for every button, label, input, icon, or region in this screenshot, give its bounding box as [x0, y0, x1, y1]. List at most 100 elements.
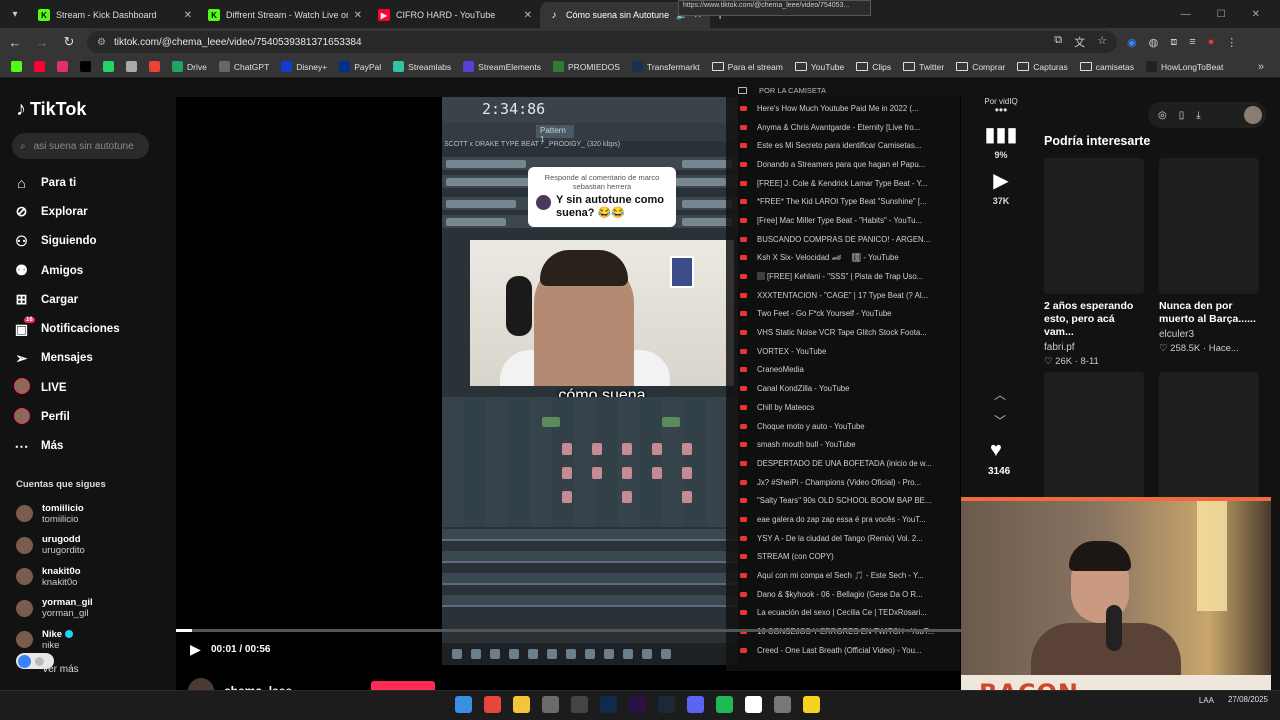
- dropdown-item[interactable]: Anyma & Chris Avantgarde - Eternity [Liv…: [726, 118, 960, 137]
- language-indicator[interactable]: LAA: [1199, 696, 1214, 705]
- app-icon[interactable]: [542, 696, 559, 713]
- coins-icon[interactable]: ◎: [1158, 110, 1167, 121]
- bookmark-item[interactable]: YouTube: [790, 58, 849, 76]
- bookmark-item[interactable]: [75, 58, 96, 76]
- extension-icon[interactable]: ◍: [1149, 36, 1159, 49]
- menu-item-upload[interactable]: ⊞ Cargar: [14, 285, 120, 314]
- menu-item-more[interactable]: ⋯ Más: [14, 432, 120, 461]
- steam-icon[interactable]: [658, 696, 675, 713]
- premiere-icon[interactable]: [629, 696, 646, 713]
- menu-item-friends[interactable]: ⚉ Amigos: [14, 256, 120, 285]
- recommendation-title[interactable]: Nunca den por muerto al Barça......: [1159, 300, 1259, 326]
- dropdown-item[interactable]: [Free] Mac Miller Type Beat - "Habits" -…: [726, 211, 960, 230]
- recommendation-card[interactable]: 2 años esperando esto, pero acá vam... f…: [1044, 158, 1144, 367]
- site-info-icon[interactable]: ⚙: [97, 37, 106, 48]
- dropdown-item[interactable]: Este es Mi Secreto para identificar Cami…: [726, 136, 960, 155]
- clock[interactable]: 27/08/2025: [1228, 695, 1268, 705]
- translate-icon[interactable]: 文: [1074, 34, 1085, 50]
- dropdown-item[interactable]: Chill by Mateocs: [726, 398, 960, 417]
- dropdown-item[interactable]: DESPERTADO DE UNA BOFETADA (inicio de w.…: [726, 454, 960, 473]
- chevron-down-icon[interactable]: ﹀: [994, 412, 1006, 429]
- author-avatar[interactable]: [188, 678, 214, 690]
- dropdown-item[interactable]: BUSCANDO COMPRAS DE PANICO! - ARGEN...: [726, 230, 960, 249]
- video-progress-bar[interactable]: [176, 629, 961, 632]
- menu-item-live[interactable]: LIVE: [14, 373, 120, 402]
- see-more-link[interactable]: Ver más: [42, 664, 79, 675]
- bookmark-item[interactable]: camisetas: [1075, 58, 1139, 76]
- sticky-notes-icon[interactable]: [803, 696, 820, 713]
- dropdown-item[interactable]: YSY A - De la ciudad del Tango (Remix) V…: [726, 529, 960, 548]
- address-bar[interactable]: ⚙ tiktok.com/@chema_leee/video/754053938…: [87, 31, 1117, 53]
- recommendation-thumbnail[interactable]: [1044, 158, 1144, 294]
- dropdown-item[interactable]: Choque moto y auto - YouTube: [726, 417, 960, 436]
- close-icon[interactable]: ✕: [184, 10, 192, 21]
- bookmark-item[interactable]: Clips: [851, 58, 896, 76]
- recommendation-card[interactable]: [1044, 372, 1144, 508]
- close-icon[interactable]: ✕: [354, 10, 362, 21]
- dropdown-item[interactable]: Ksh X Six- Velocidad 🏎 🏽 - YouTube: [726, 249, 960, 268]
- tiktok-logo[interactable]: ♪ TikTok: [16, 98, 86, 121]
- dropdown-item[interactable]: VHS Static Noise VCR Tape Glitch Stock F…: [726, 323, 960, 342]
- bookmark-item[interactable]: ChatGPT: [214, 58, 274, 76]
- bookmark-item[interactable]: [144, 58, 165, 76]
- recommendation-card[interactable]: Nunca den por muerto al Barça...... elcu…: [1159, 158, 1259, 354]
- more-options-icon[interactable]: •••: [995, 104, 1008, 116]
- folder-icon[interactable]: [513, 696, 530, 713]
- follow-button[interactable]: [371, 681, 435, 690]
- chrome-icon[interactable]: [484, 696, 501, 713]
- dropdown-item[interactable]: Dano & $kyhook - 06 - Bellagio (Gese Da …: [726, 585, 960, 604]
- bookmark-item[interactable]: Capturas: [1012, 58, 1073, 76]
- bookmark-item[interactable]: Comprar: [951, 58, 1010, 76]
- dropdown-header[interactable]: POR LA CAMISETA: [726, 81, 960, 99]
- dropdown-item[interactable]: Creed - One Last Breath (Official Video)…: [726, 641, 960, 660]
- heart-icon[interactable]: ♥: [990, 439, 1002, 462]
- dropdown-item[interactable]: CraneoMedia: [726, 361, 960, 380]
- bookmarks-overflow-icon[interactable]: »: [1258, 61, 1264, 73]
- windows-icon[interactable]: [455, 696, 472, 713]
- download-icon[interactable]: ⤓: [1196, 110, 1200, 121]
- spotify-icon[interactable]: [716, 696, 733, 713]
- bookmark-item[interactable]: Disney+: [276, 58, 332, 76]
- dropdown-item[interactable]: Two Feet - Go F*ck Yourself - YouTube: [726, 305, 960, 324]
- recommendation-thumbnail[interactable]: [1044, 372, 1144, 508]
- dropdown-item[interactable]: Donando a Streamers para que hagan el Pa…: [726, 155, 960, 174]
- search-input[interactable]: ⌕ asi suena sin autotune: [12, 133, 149, 159]
- dropdown-item[interactable]: [FREE] J. Cole & Kendrick Lamar Type Bea…: [726, 174, 960, 193]
- bookmark-item[interactable]: Transfermarkt: [627, 58, 705, 76]
- recommendation-author[interactable]: elculer3: [1159, 329, 1259, 340]
- recommendation-title[interactable]: 2 años esperando esto, pero acá vam...: [1044, 300, 1144, 339]
- minimize-icon[interactable]: —: [1181, 9, 1191, 20]
- bookmark-item[interactable]: [52, 58, 73, 76]
- bookmark-item[interactable]: [29, 58, 50, 76]
- bookmark-item[interactable]: PROMIEDOS: [548, 58, 625, 76]
- media-control-icon[interactable]: ≡: [1189, 36, 1195, 49]
- following-account[interactable]: yorman_gil yorman_gil: [16, 593, 93, 625]
- dropdown-item[interactable]: Aquí con mi compa el Sech 🎵 - Este Sech …: [726, 566, 960, 585]
- extension-icon[interactable]: ◉: [1127, 36, 1137, 49]
- device-icon[interactable]: ▯: [1179, 110, 1185, 121]
- recommendation-thumbnail[interactable]: [1159, 372, 1259, 508]
- menu-item-inbox[interactable]: ▣ 16 Notificaciones: [14, 314, 120, 343]
- install-app-icon[interactable]: ⧉: [1054, 34, 1062, 50]
- close-window-icon[interactable]: ✕: [1252, 9, 1260, 20]
- recommendation-card[interactable]: [1159, 372, 1259, 508]
- bookmark-item[interactable]: [6, 58, 27, 76]
- play-icon[interactable]: ▶: [190, 641, 201, 658]
- maximize-icon[interactable]: ☐: [1217, 9, 1226, 20]
- bookmark-item[interactable]: HowLongToBeat: [1141, 58, 1228, 76]
- following-account[interactable]: urugodd urugordito: [16, 530, 93, 562]
- bookmark-item[interactable]: Drive: [167, 58, 212, 76]
- tab-search-icon[interactable]: ▾: [4, 3, 26, 25]
- menu-item-compass[interactable]: ⊘ Explorar: [14, 197, 120, 226]
- chevron-up-icon[interactable]: ︿: [994, 386, 1006, 403]
- user-avatar[interactable]: [1244, 106, 1262, 124]
- obs-icon[interactable]: [571, 696, 588, 713]
- following-account[interactable]: Nike nike: [16, 624, 93, 656]
- settings-icon[interactable]: [774, 696, 791, 713]
- menu-item-following[interactable]: ⚇ Siguiendo: [14, 227, 120, 256]
- bookmark-item[interactable]: [98, 58, 119, 76]
- profile-icon[interactable]: ●: [1208, 36, 1215, 49]
- back-icon[interactable]: ←: [3, 30, 27, 54]
- dropdown-item[interactable]: smash mouth bull - YouTube: [726, 435, 960, 454]
- bookmark-item[interactable]: StreamElements: [458, 58, 546, 76]
